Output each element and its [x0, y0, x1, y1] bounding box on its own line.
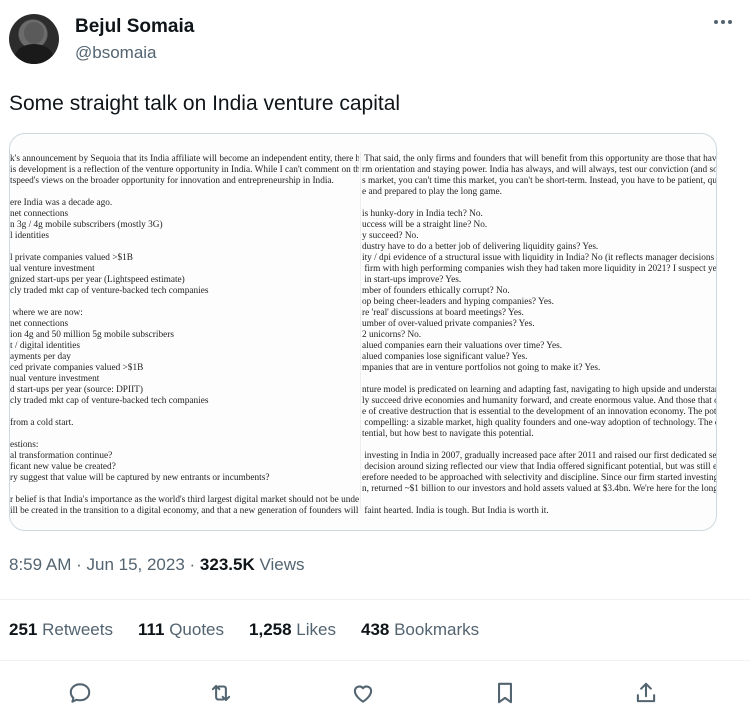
- document-left-line: ry suggest that value will be captured b…: [10, 473, 270, 483]
- document-right-line: [362, 374, 716, 385]
- document-right-line: compelling: a sizable market, high quali…: [362, 418, 716, 428]
- document-right-line: umber of over-valued private companies? …: [362, 319, 535, 329]
- document-right-line: e and prepared to play the long game.: [362, 187, 502, 197]
- document-right-line: in start-ups improve? Yes.: [362, 275, 462, 285]
- document-left-line: gnized start-ups per year (Lightspeed es…: [10, 275, 185, 285]
- document-left-line: ere India was a decade ago.: [10, 198, 113, 208]
- quotes-stat[interactable]: 111 Quotes: [138, 620, 224, 640]
- tweet-date[interactable]: Jun 15, 2023: [86, 555, 184, 574]
- document-left-line: ual venture investment: [10, 264, 95, 274]
- document-right-line: y succeed? No.: [362, 231, 419, 241]
- document-left-line: [10, 407, 359, 418]
- document-left-line: net connections: [10, 319, 69, 329]
- document-right-line: firm with high performing companies wish…: [362, 264, 716, 274]
- document-left-line: l private companies valued >$1B: [10, 253, 133, 263]
- meta-separator: ·: [184, 555, 200, 574]
- views-count: 323.5K: [199, 555, 255, 574]
- retweet-icon[interactable]: [208, 680, 234, 706]
- document-left-line: cly traded mkt cap of venture-backed tec…: [10, 396, 209, 406]
- document-right-line: [362, 495, 716, 506]
- like-icon[interactable]: [350, 680, 376, 706]
- document-left-line: d start-ups per year (source: DPIIT): [10, 385, 143, 395]
- more-options-icon[interactable]: [714, 20, 732, 24]
- document-left-line: where we are now:: [10, 308, 83, 318]
- document-right-line: [362, 440, 716, 451]
- document-left-line: net connections: [10, 209, 69, 219]
- document-right-line: is hunky-dory in India tech? No.: [362, 209, 483, 219]
- views-label: Views: [254, 555, 305, 574]
- likes-stat[interactable]: 1,258 Likes: [249, 620, 336, 640]
- author-name[interactable]: Bejul Somaia: [75, 16, 194, 38]
- reply-icon[interactable]: [67, 680, 93, 706]
- retweets-stat[interactable]: 251 Retweets: [9, 620, 113, 640]
- document-left-line: ced private companies valued >$1B: [10, 363, 144, 373]
- tweet-text: Some straight talk on India venture capi…: [9, 92, 401, 115]
- document-left-line: t / digital identities: [10, 341, 80, 351]
- document-right-line: decision around sizing reflected our vie…: [362, 462, 716, 472]
- document-right-line: tential, but how best to navigate this p…: [362, 429, 534, 439]
- document-left-line: k's announcement by Sequoia that its Ind…: [10, 154, 359, 164]
- avatar-face: [24, 22, 44, 44]
- document-right-line: investing in India in 2007, gradually in…: [362, 451, 716, 461]
- author-handle[interactable]: @bsomaia: [75, 43, 157, 63]
- document-right-line: 2 unicorns? No.: [362, 330, 422, 340]
- meta-separator: ·: [71, 555, 87, 574]
- document-left-line: l identities: [10, 231, 49, 241]
- document-right-line: alued companies earn their valuations ov…: [362, 341, 563, 351]
- document-left-line: [10, 187, 359, 198]
- document-right-line: e of creative destruction that is essent…: [362, 407, 716, 417]
- document-left-line: [10, 429, 359, 440]
- document-right-line: erefore needed to be approached with sel…: [362, 473, 716, 483]
- tweet-image[interactable]: k's announcement by Sequoia that its Ind…: [9, 133, 717, 531]
- action-bar: [0, 668, 750, 718]
- document-left-column: k's announcement by Sequoia that its Ind…: [10, 154, 359, 517]
- document-left-line: ficant new value be created?: [10, 462, 116, 472]
- document-right-line: faint hearted. India is tough. But India…: [362, 506, 549, 516]
- document-right-line: mpanies that are in venture portfolios n…: [362, 363, 601, 373]
- document-left-line: al transformation continue?: [10, 451, 113, 461]
- document-left-line: nual venture investment: [10, 374, 100, 384]
- document-left-line: [10, 242, 359, 253]
- engagement-stats: 251 Retweets 111 Quotes 1,258 Likes 438 …: [9, 620, 479, 640]
- document-right-line: [362, 198, 716, 209]
- document-gutter: [360, 152, 361, 510]
- document-right-column: That said, the only firms and founders t…: [362, 154, 716, 517]
- document-right-line: uccess will be a straight line? No.: [362, 220, 488, 230]
- document-left-line: ayments per day: [10, 352, 71, 362]
- divider: [0, 660, 750, 661]
- bookmark-icon[interactable]: [492, 680, 518, 706]
- document-right-line: dustry have to do a better job of delive…: [362, 242, 599, 252]
- document-right-line: rm orientation and staying power. India …: [362, 165, 716, 175]
- share-icon[interactable]: [633, 680, 659, 706]
- document-left-line: [10, 297, 359, 308]
- document-right-line: re 'real' discussions at board meetings?…: [362, 308, 524, 318]
- document-right-line: ly succeed drive economies and humanity …: [362, 396, 716, 406]
- document-left-line: [10, 484, 359, 495]
- avatar[interactable]: [9, 14, 59, 64]
- document-left-line: r belief is that India's importance as t…: [10, 495, 359, 505]
- document-left-line: from a cold start.: [10, 418, 74, 428]
- document-left-line: ill be created in the transition to a di…: [10, 506, 359, 516]
- document-right-line: s market, you can't time this market, yo…: [362, 176, 716, 186]
- tweet-meta: 8:59 AM · Jun 15, 2023 · 323.5K Views: [9, 555, 305, 575]
- document-right-line: nture model is predicated on learning an…: [362, 385, 716, 395]
- document-left-line: tspeed's views on the broader opportunit…: [10, 176, 334, 186]
- divider: [0, 599, 750, 600]
- document-right-line: mber of founders ethically corrupt? No.: [362, 286, 510, 296]
- document-right-line: n, returned ~$1 billion to our investors…: [362, 484, 716, 494]
- document-right-line: That said, the only firms and founders t…: [362, 154, 716, 164]
- document-left-line: cly traded mkt cap of venture-backed tec…: [10, 286, 209, 296]
- avatar-body: [15, 44, 53, 64]
- tweet-time[interactable]: 8:59 AM: [9, 555, 71, 574]
- document-left-line: ion 4g and 50 million 5g mobile subscrib…: [10, 330, 174, 340]
- document-left-line: n 3g / 4g mobile subscribers (mostly 3G): [10, 220, 163, 230]
- document-right-line: op being cheer-leaders and hyping compan…: [362, 297, 554, 307]
- bookmarks-stat[interactable]: 438 Bookmarks: [361, 620, 479, 640]
- document-left-line: is development is a reflection of the ve…: [10, 165, 359, 175]
- document-right-line: alued companies lose significant value? …: [362, 352, 528, 362]
- document-left-line: estions:: [10, 440, 39, 450]
- document-right-line: ity / dpi evidence of a structural issue…: [362, 253, 715, 263]
